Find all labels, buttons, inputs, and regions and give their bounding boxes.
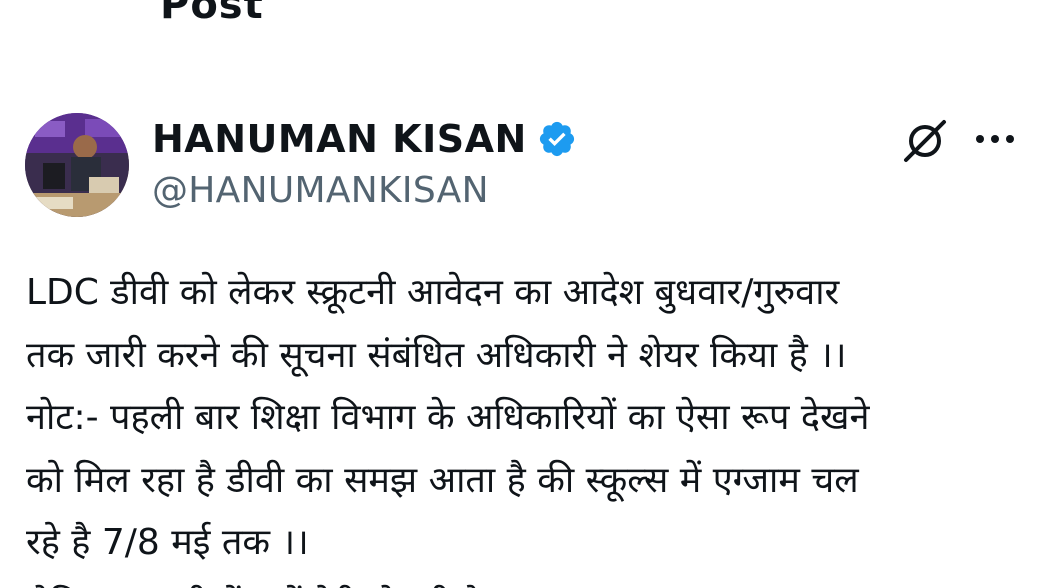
avatar-photo (25, 113, 129, 217)
tweet-line: को मिल रहा है डीवी का समझ आता है की स्कू… (26, 459, 859, 501)
page-title: Post (160, 0, 264, 28)
tweet-line: LDC डीवी को लेकर स्क्रूटनी आवेदन का आदेश… (26, 272, 840, 313)
author-handle[interactable]: @HANUMANKISAN (152, 170, 489, 211)
tweet-text: LDC डीवी को लेकर स्क्रूटनी आवेदन का आदेश… (26, 262, 1026, 588)
tweet-line: नोट:- पहली बार शिक्षा विभाग के अधिकारियो… (26, 397, 870, 438)
tweet-line: तक जारी करने की सूचना संबंधित अधिकारी ने… (26, 334, 847, 376)
tweet-page: Post HANUMAN KISAN @HANUMANKISAN LDC डीव… (0, 0, 1046, 588)
tweet-line: रहे है 7/8 मई तक ।। (26, 522, 309, 563)
tweet-line: लेकिन स्क्रूटनी में क्यों देरी हो रही है (26, 575, 1026, 588)
grok-icon[interactable] (900, 116, 950, 166)
more-options-icon[interactable] (972, 122, 1018, 156)
avatar[interactable] (25, 113, 129, 217)
author-display-name[interactable]: HANUMAN KISAN (152, 117, 527, 161)
verified-badge-icon (537, 119, 577, 159)
author-name-row[interactable]: HANUMAN KISAN (152, 117, 577, 161)
